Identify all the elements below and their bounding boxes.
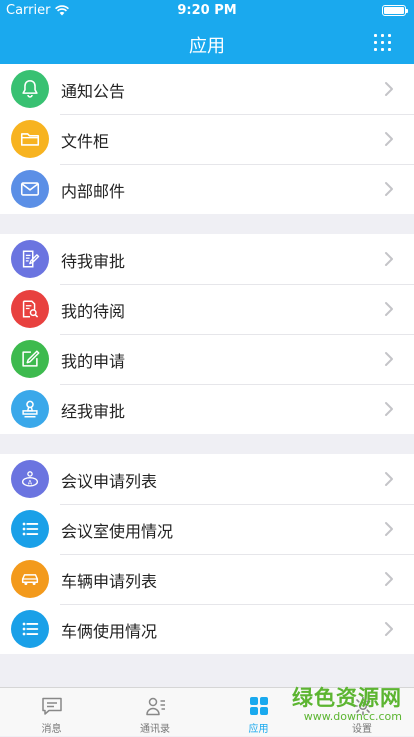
list-item-label: 通知公告 — [61, 82, 126, 101]
app-group: 待我审批我的待阅我的申请经我审批 — [0, 234, 414, 434]
bell-icon — [11, 70, 49, 108]
folder-icon — [11, 120, 49, 158]
app-list: 通知公告文件柜内部邮件待我审批我的待阅我的申请经我审批 A 会议申请列表 会议室使用情… — [0, 64, 414, 654]
app-group: A 会议申请列表 会议室使用情况 车辆申请列表 车俩使用情况 — [0, 454, 414, 654]
chevron-right-icon — [385, 252, 393, 266]
mail-icon — [11, 170, 49, 208]
navigation-bar: 应用 — [0, 22, 414, 64]
list-item-label: 经我审批 — [61, 402, 126, 421]
section-divider — [0, 214, 414, 234]
apps-icon — [250, 697, 268, 715]
watermark-text: 绿色资源网 — [292, 686, 402, 710]
meeting-icon: A — [11, 460, 49, 498]
chevron-right-icon — [385, 522, 393, 536]
tab-label: 消息 — [41, 724, 62, 735]
status-bar: Carrier 9:20 PM — [0, 0, 414, 22]
list-item[interactable]: 文件柜 — [0, 114, 414, 164]
pencil-square-icon — [11, 340, 49, 378]
list-item[interactable]: 经我审批 — [0, 384, 414, 434]
list-item-label: 车辆申请列表 — [61, 572, 158, 591]
search-doc-icon — [11, 290, 49, 328]
chevron-right-icon — [385, 572, 393, 586]
list-item-label: 我的申请 — [61, 352, 126, 371]
list-item[interactable]: 会议室使用情况 — [0, 504, 414, 554]
page-title: 应用 — [189, 36, 225, 57]
edit-doc-icon — [11, 240, 49, 278]
battery-icon — [382, 5, 408, 16]
list-item[interactable]: 内部邮件 — [0, 164, 414, 214]
list-item[interactable]: 我的申请 — [0, 334, 414, 384]
chevron-right-icon — [385, 132, 393, 146]
chevron-right-icon — [385, 472, 393, 486]
list-item[interactable]: 我的待阅 — [0, 284, 414, 334]
list-item[interactable]: A 会议申请列表 — [0, 454, 414, 504]
chat-icon — [42, 697, 62, 715]
chevron-right-icon — [385, 352, 393, 366]
list-item-label: 会议申请列表 — [61, 472, 158, 491]
grid-menu-icon[interactable] — [374, 34, 392, 52]
list-item[interactable]: 车俩使用情况 — [0, 604, 414, 654]
list-item-label: 我的待阅 — [61, 302, 126, 321]
section-divider — [0, 434, 414, 454]
chevron-right-icon — [385, 622, 393, 636]
list-item[interactable]: 通知公告 — [0, 64, 414, 114]
watermark-url: www.downcc.com — [303, 710, 402, 723]
tab-label: 通讯录 — [140, 724, 170, 735]
clock: 9:20 PM — [177, 3, 237, 18]
list-item-label: 内部邮件 — [61, 182, 126, 201]
list-item-label: 待我审批 — [61, 252, 126, 271]
tab-chat[interactable]: 消息 — [0, 688, 103, 737]
list-item[interactable]: 待我审批 — [0, 234, 414, 284]
list-item-label: 会议室使用情况 — [61, 522, 174, 541]
list-icon — [11, 610, 49, 648]
stamp-icon — [11, 390, 49, 428]
tab-label: 应用 — [248, 724, 269, 735]
list-item-label: 文件柜 — [61, 132, 110, 151]
tab-contacts[interactable]: 通讯录 — [104, 688, 207, 737]
watermark: 绿色资源网 www.downcc.com — [292, 686, 402, 723]
contacts-icon — [145, 697, 165, 716]
chevron-right-icon — [385, 82, 393, 96]
chevron-right-icon — [385, 402, 393, 416]
chevron-right-icon — [385, 182, 393, 196]
car-icon — [11, 560, 49, 598]
svg-text:A: A — [28, 479, 33, 487]
app-group: 通知公告文件柜内部邮件 — [0, 64, 414, 214]
list-item-label: 车俩使用情况 — [61, 622, 158, 641]
list-item[interactable]: 车辆申请列表 — [0, 554, 414, 604]
chevron-right-icon — [385, 302, 393, 316]
list-icon — [11, 510, 49, 548]
